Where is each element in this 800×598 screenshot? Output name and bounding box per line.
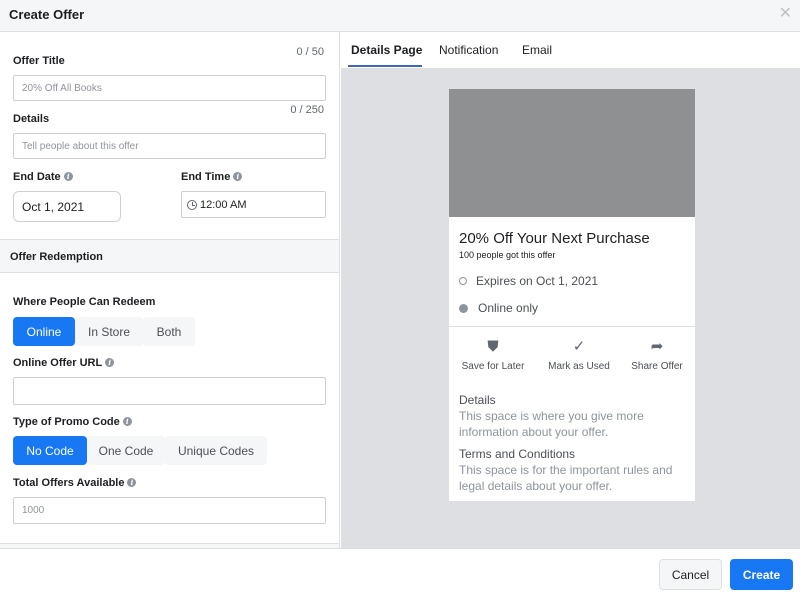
mark-as-used-action[interactable]: ✓ Mark as Used (538, 337, 620, 372)
save-icon: ⛊ (487, 338, 499, 355)
offer-title-counter: 0 / 50 (296, 46, 324, 58)
cancel-button[interactable]: Cancel (659, 559, 722, 590)
where-redeem-selector: Online In Store Both (13, 317, 195, 346)
close-icon[interactable]: ✕ (779, 6, 792, 22)
promo-code-selector: No Code One Code Unique Codes (13, 436, 267, 465)
section-title: Offer Redemption (10, 251, 103, 263)
redeem-in-store-button[interactable]: In Store (75, 317, 143, 346)
no-code-button[interactable]: No Code (13, 436, 87, 465)
details-input[interactable]: Tell people about this offer (13, 133, 326, 159)
dialog-footer: Cancel Create (0, 548, 800, 598)
terms-text: This space is for the important rules an… (459, 463, 673, 493)
offer-form: Offer Title 0 / 50 20% Off All Books 0 /… (0, 32, 340, 548)
save-for-later-action[interactable]: ⛊ Save for Later (452, 337, 534, 372)
clock-icon (459, 277, 467, 285)
create-button[interactable]: Create (730, 559, 793, 590)
online-url-label: Online Offer URL i (13, 357, 115, 369)
preview-tabs: Details Page Notification Email (341, 32, 800, 68)
share-offer-label: Share Offer (631, 361, 683, 372)
offer-claim-count: 100 people got this offer (459, 250, 556, 260)
card-divider (449, 326, 695, 327)
details-text: This space is where you give more inform… (459, 409, 644, 439)
details-label: Details (13, 113, 50, 125)
one-code-button[interactable]: One Code (87, 436, 165, 465)
offer-redemption-section: Offer Redemption (0, 239, 339, 273)
info-icon[interactable]: i (122, 417, 132, 426)
clock-icon (187, 199, 197, 210)
end-date-label-text: End Date (13, 171, 61, 183)
where-redeem-label: Where People Can Redeem (13, 296, 156, 308)
channel-row: Online only (459, 301, 538, 315)
mark-as-used-label: Mark as Used (548, 361, 610, 372)
online-url-label-text: Online Offer URL (13, 357, 103, 369)
offer-title-input[interactable]: 20% Off All Books (13, 75, 326, 101)
dialog-title: Create Offer (9, 7, 85, 22)
end-date-label: End Date i (13, 171, 73, 183)
tab-email[interactable]: Email (522, 43, 552, 57)
end-date-input[interactable]: Oct 1, 2021 (13, 191, 121, 222)
unique-codes-button[interactable]: Unique Codes (165, 436, 267, 465)
online-url-input[interactable] (13, 377, 326, 405)
end-time-input[interactable]: 12:00 AM (181, 191, 326, 218)
info-icon[interactable]: i (127, 478, 137, 487)
total-offers-label-text: Total Offers Available (13, 477, 125, 489)
share-offer-action[interactable]: ➦ Share Offer (616, 337, 698, 372)
offer-title: 20% Off Your Next Purchase (459, 230, 650, 247)
offer-preview: Details Page Notification Email 20% Off … (341, 32, 800, 548)
redeem-online-button[interactable]: Online (13, 317, 75, 346)
check-icon: ✓ (572, 338, 586, 355)
terms-heading: Terms and Conditions (459, 447, 576, 461)
save-for-later-label: Save for Later (461, 361, 525, 372)
tab-details-page[interactable]: Details Page (351, 43, 422, 57)
info-icon[interactable]: i (233, 172, 243, 181)
info-icon[interactable]: i (105, 358, 115, 367)
promo-code-label-text: Type of Promo Code (13, 416, 120, 428)
offer-preview-card: 20% Off Your Next Purchase 100 people go… (449, 89, 695, 501)
tab-notification[interactable]: Notification (439, 43, 498, 57)
details-counter: 0 / 250 (290, 104, 324, 116)
expiry-text: Expires on Oct 1, 2021 (476, 274, 599, 288)
redeem-both-button[interactable]: Both (143, 317, 195, 346)
active-tab-indicator (348, 65, 422, 67)
offer-title-label: Offer Title (13, 55, 65, 67)
dialog-header: Create Offer ✕ (0, 0, 800, 32)
expiry-row: Expires on Oct 1, 2021 (459, 274, 598, 288)
promo-code-label: Type of Promo Code i (13, 416, 132, 428)
channel-text: Online only (478, 301, 539, 315)
details-placeholder: Tell people about this offer (22, 140, 139, 152)
end-time-value: 12:00 AM (200, 198, 247, 211)
end-time-label: End Time i (181, 171, 243, 183)
offer-image-placeholder (449, 89, 695, 217)
total-offers-label: Total Offers Available i (13, 477, 137, 489)
globe-icon (459, 303, 468, 313)
offer-title-placeholder: 20% Off All Books (22, 82, 102, 94)
share-icon: ➦ (650, 338, 664, 355)
end-date-value: Oct 1, 2021 (22, 199, 85, 214)
end-time-label-text: End Time (181, 171, 231, 183)
total-offers-placeholder: 1000 (22, 505, 45, 516)
details-heading: Details (459, 393, 496, 407)
info-icon[interactable]: i (63, 172, 73, 181)
total-offers-input[interactable]: 1000 (13, 497, 326, 524)
